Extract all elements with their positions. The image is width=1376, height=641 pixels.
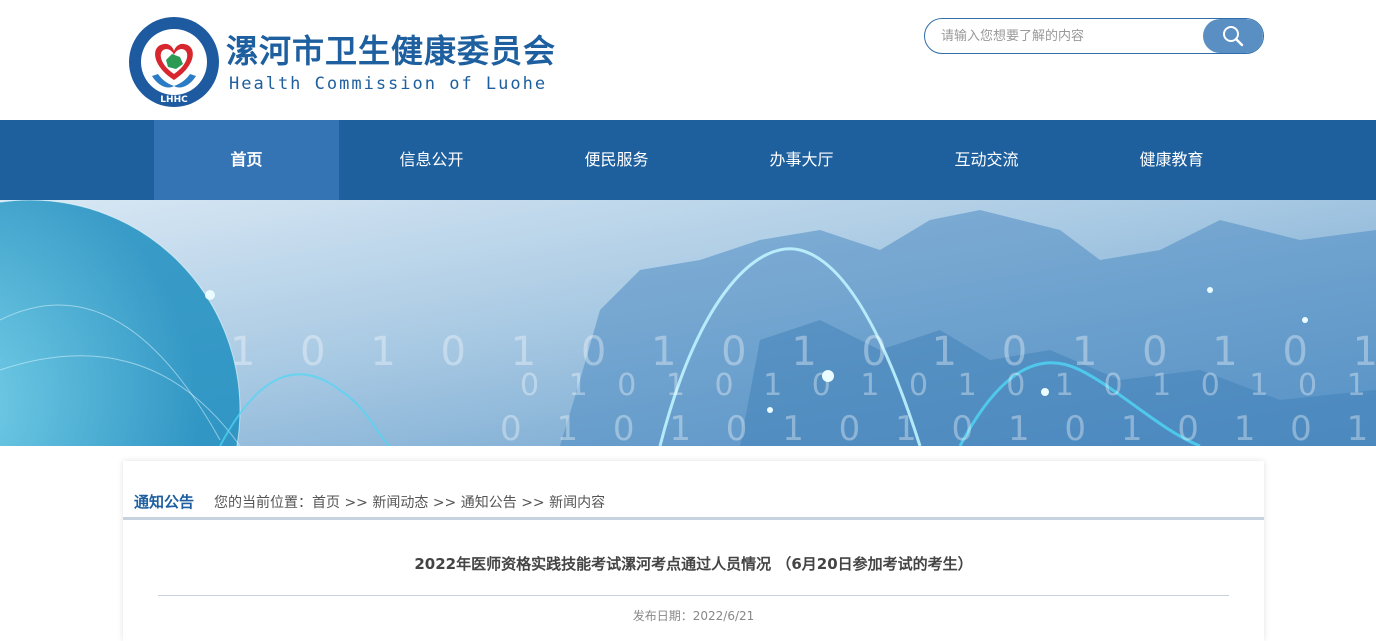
main-nav: 首页 信息公开 便民服务 办事大厅 互动交流 健康教育 xyxy=(0,120,1376,200)
svg-text:0 1 0 1 0 1 0 1 0 1 0 1 0 1 0: 0 1 0 1 0 1 0 1 0 1 0 1 0 1 0 1 0 1 xyxy=(500,409,1376,446)
banner-image: 1 0 1 0 1 0 1 0 1 0 1 0 1 0 1 0 1 0 1 0 … xyxy=(0,200,1376,446)
nav-item-public-service[interactable]: 便民服务 xyxy=(524,120,709,200)
nav-item-service-hall[interactable]: 办事大厅 xyxy=(709,120,894,200)
breadcrumb: 您的当前位置：首页 >> 新闻动态 >> 通知公告 >> 新闻内容 xyxy=(214,492,605,512)
nav-item-info-disclosure[interactable]: 信息公开 xyxy=(339,120,524,200)
article-card: 通知公告 您的当前位置：首页 >> 新闻动态 >> 通知公告 >> 新闻内容 2… xyxy=(123,461,1264,641)
site-title: 漯河市卫生健康委员会 xyxy=(226,32,557,70)
search-button[interactable] xyxy=(1203,19,1263,53)
breadcrumb-separator: >> xyxy=(432,495,457,511)
breadcrumb-separator: >> xyxy=(344,495,368,511)
search-box xyxy=(924,18,1264,54)
logo-letters: LHHC xyxy=(160,95,188,105)
article-title: 2022年医师资格实践技能考试漯河考点通过人员情况 （6月20日参加考试的考生） xyxy=(414,555,973,573)
title-divider xyxy=(158,595,1229,596)
breadcrumb-link-home[interactable]: 首页 xyxy=(312,495,340,511)
breadcrumb-current[interactable]: 新闻内容 xyxy=(549,495,605,511)
breadcrumb-separator: >> xyxy=(521,495,545,511)
breadcrumb-bar: 通知公告 您的当前位置：首页 >> 新闻动态 >> 通知公告 >> 新闻内容 xyxy=(123,461,1264,520)
nav-item-home[interactable]: 首页 xyxy=(154,120,339,200)
search-input[interactable] xyxy=(941,19,1191,53)
nav-item-health-education[interactable]: 健康教育 xyxy=(1079,120,1264,200)
commission-logo[interactable]: LHHC xyxy=(128,16,220,108)
nav-item-interaction[interactable]: 互动交流 xyxy=(894,120,1079,200)
svg-text:0 1 0 1 0 1 0 1 0 1 0 1 0 1 0: 0 1 0 1 0 1 0 1 0 1 0 1 0 1 0 1 0 1 0 1 … xyxy=(520,368,1376,403)
breadcrumb-link-notices[interactable]: 通知公告 xyxy=(461,495,517,511)
search-icon xyxy=(1223,26,1244,47)
breadcrumb-prefix: 您的当前位置： xyxy=(214,495,312,511)
section-label: 通知公告 xyxy=(134,493,195,511)
breadcrumb-link-news[interactable]: 新闻动态 xyxy=(372,495,428,511)
publish-date: 发布日期：2022/6/21 xyxy=(632,609,755,623)
site-header: LHHC 漯河市卫生健康委员会 Health Commission of Luo… xyxy=(0,0,1376,120)
site-subtitle: Health Commission of Luohe xyxy=(229,74,548,94)
